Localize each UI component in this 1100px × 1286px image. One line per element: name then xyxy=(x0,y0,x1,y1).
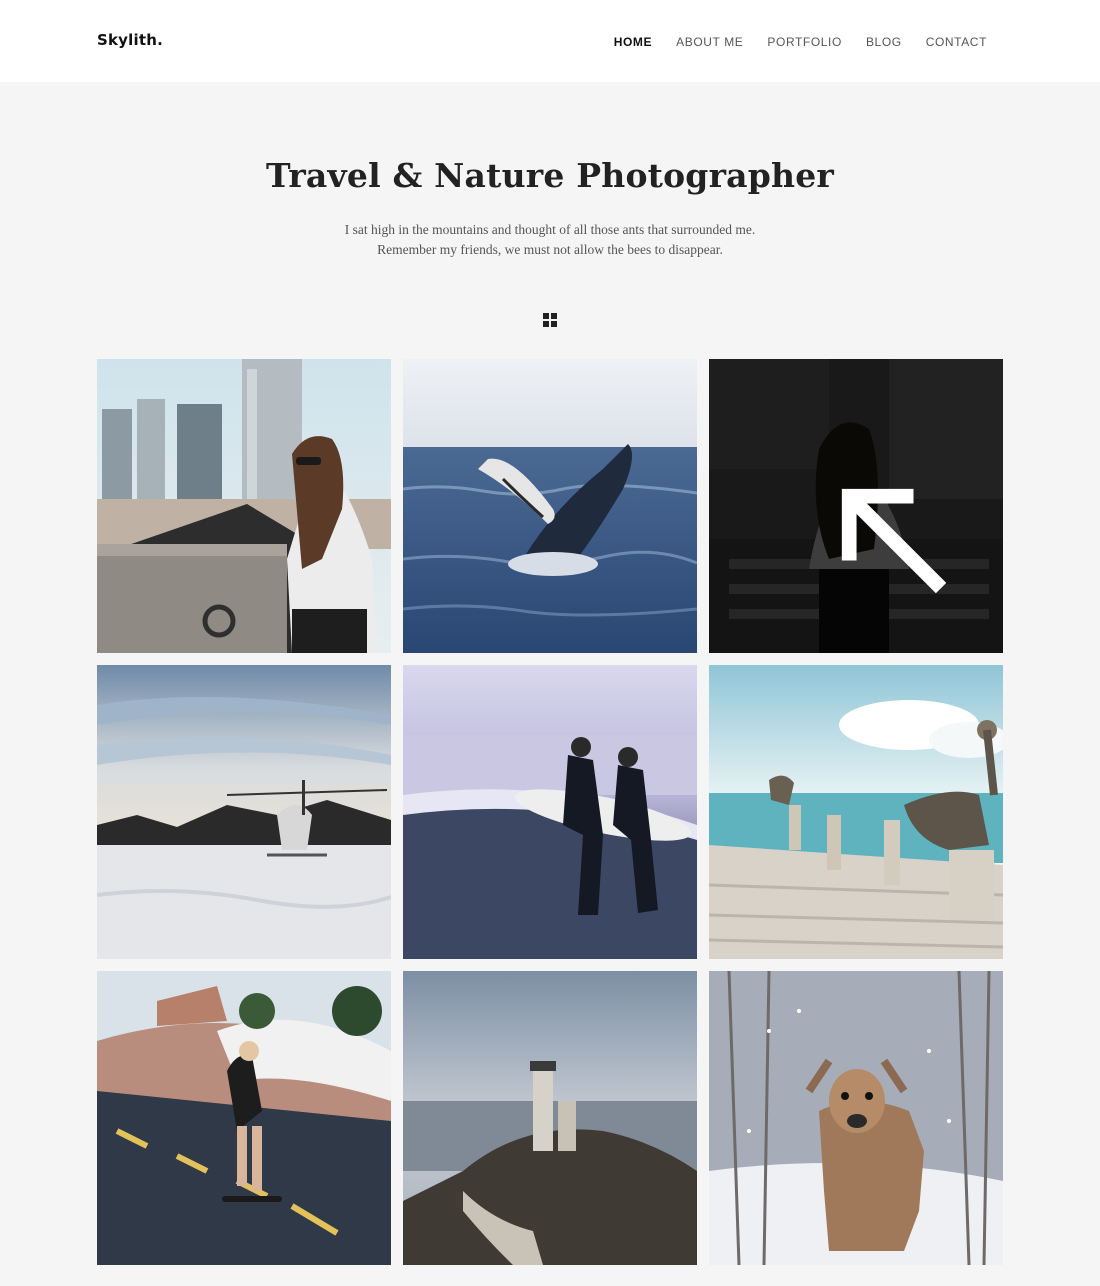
nav-item-blog[interactable]: BLOG xyxy=(866,35,902,49)
gallery-item-woman-street[interactable] xyxy=(709,359,1003,653)
gallery-item-woman-city[interactable] xyxy=(97,359,391,653)
gallery-item-helicopter[interactable] xyxy=(97,665,391,959)
subtitle-line-1: I sat high in the mountains and thought … xyxy=(344,222,756,237)
nav-item-about-me[interactable]: ABOUT ME xyxy=(676,35,743,49)
photo-deer xyxy=(709,971,1003,1265)
main-nav: HOME ABOUT ME PORTFOLIO BLOG CONTACT xyxy=(590,35,987,49)
photo-surfers xyxy=(403,665,697,959)
site-logo[interactable]: Skylith. xyxy=(97,31,163,49)
grid-icon[interactable] xyxy=(543,313,557,327)
photo-helicopter xyxy=(97,665,391,959)
photo-pelicans xyxy=(709,665,1003,959)
page-title: Travel & Nature Photographer xyxy=(265,156,835,195)
portfolio-gallery xyxy=(97,359,1003,1265)
nav-item-home[interactable]: HOME xyxy=(614,35,652,49)
subtitle-line-2: Remember my friends, we must not allow t… xyxy=(377,242,723,257)
photo-lighthouse xyxy=(403,971,697,1265)
gallery-item-deer[interactable] xyxy=(709,971,1003,1265)
gallery-item-longboard[interactable] xyxy=(97,971,391,1265)
nav-item-contact[interactable]: CONTACT xyxy=(926,35,987,49)
gallery-item-lighthouse[interactable] xyxy=(403,971,697,1265)
gallery-item-pelicans[interactable] xyxy=(709,665,1003,959)
site-header: Skylith. HOME ABOUT ME PORTFOLIO BLOG CO… xyxy=(0,0,1100,82)
page-subtitle: I sat high in the mountains and thought … xyxy=(0,220,1100,260)
photo-whale xyxy=(403,359,697,653)
photo-longboard xyxy=(97,971,391,1265)
expand-icon[interactable] xyxy=(840,487,1003,653)
gallery-item-whale[interactable] xyxy=(403,359,697,653)
photo-woman-city xyxy=(97,359,391,653)
gallery-item-surfers[interactable] xyxy=(403,665,697,959)
nav-item-portfolio[interactable]: PORTFOLIO xyxy=(767,35,842,49)
